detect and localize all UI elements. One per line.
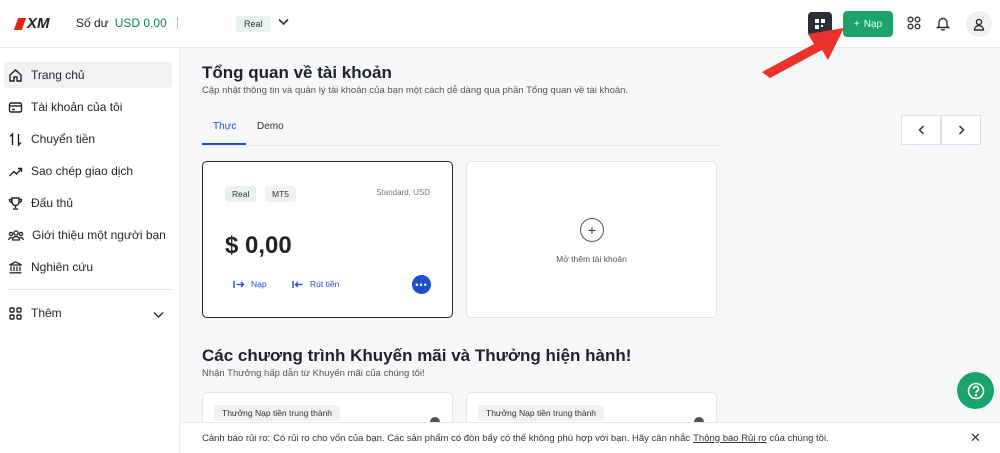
card-icon — [8, 101, 23, 113]
people-icon — [8, 229, 24, 241]
risk-warning-prefix: Cảnh báo rủi ro: — [202, 432, 271, 444]
sidebar-item-label: Chuyển tiền — [31, 132, 96, 146]
platform-badge: MT5 — [265, 186, 296, 202]
sidebar-item-my-accounts[interactable]: Tài khoản của tôi — [4, 94, 172, 120]
account-type-badge: Real — [236, 16, 271, 32]
sidebar-item-label: Tài khoản của tôi — [31, 100, 123, 114]
sidebar-item-label: Sao chép giao dịch — [31, 164, 134, 178]
transfer-icon — [9, 131, 22, 147]
card-withdraw-button[interactable]: Rút tiền — [292, 279, 339, 289]
card-deposit-button[interactable]: Nạp — [233, 279, 267, 289]
xm-logo[interactable]: XM — [13, 15, 50, 32]
open-account-card[interactable]: + Mở thêm tài khoản — [466, 161, 717, 318]
help-chat-button[interactable] — [957, 372, 994, 409]
balance-display: Số dư USD 0,00 — [76, 16, 243, 30]
plus-circle-icon: + — [580, 218, 604, 242]
promo-tag: Thưởng Nạp tiền trung thành — [214, 405, 341, 421]
sidebar-divider — [8, 289, 172, 290]
sidebar-item-more[interactable]: Thêm — [4, 300, 172, 326]
promo-section-title: Các chương trình Khuyến mãi và Thưởng hi… — [202, 346, 632, 365]
risk-warning-suffix: của chúng tôi. — [769, 432, 829, 444]
tab-demo[interactable]: Demo — [257, 121, 284, 132]
annotation-arrow-icon — [762, 28, 844, 78]
close-icon[interactable]: ✕ — [970, 430, 981, 446]
bell-icon[interactable] — [934, 14, 952, 32]
chevron-right-icon — [958, 125, 965, 135]
trophy-icon — [8, 196, 23, 210]
account-number-masked — [176, 17, 239, 29]
home-icon — [9, 68, 22, 82]
sidebar-item-label: Trang chủ — [31, 68, 85, 82]
balance-label: Số dư — [76, 16, 109, 30]
sidebar-item-label: Thêm — [31, 306, 62, 320]
open-account-label: Mở thêm tài khoản — [556, 254, 627, 264]
risk-warning-text: Có rủi ro cho vốn của bạn. Các sản phẩm … — [273, 432, 691, 444]
question-icon — [967, 382, 984, 399]
main-content: Tổng quan về tài khoản Cập nhật thông ti… — [181, 49, 1000, 453]
sidebar-item-refer-friend[interactable]: Giới thiệu một người bạn — [4, 222, 172, 248]
page-title: Tổng quan về tài khoản — [202, 63, 392, 82]
account-type: Standard, USD — [376, 188, 430, 197]
balance-value: USD 0,00 — [114, 16, 167, 30]
promo-tag: Thưởng Nạp tiền trung thành — [478, 405, 605, 421]
tab-real[interactable]: Thực — [213, 121, 236, 132]
sidebar-item-research[interactable]: Nghiên cứu — [4, 254, 172, 280]
risk-warning-banner: Cảnh báo rủi ro: Có rủi ro cho vốn của b… — [181, 422, 1000, 453]
account-balance: $ 0,00 — [225, 232, 292, 259]
sidebar-item-competitions[interactable]: Đấu thủ — [4, 190, 172, 216]
tabs-divider — [202, 145, 722, 146]
account-switcher-chevron-icon[interactable] — [278, 17, 289, 29]
sidebar-item-label: Giới thiệu một người bạn — [32, 228, 166, 242]
chevron-left-icon — [917, 125, 924, 135]
apps-grid-icon[interactable] — [905, 14, 923, 32]
withdraw-arrow-icon — [292, 280, 303, 288]
chevron-down-icon — [153, 308, 164, 322]
sidebar-item-label: Nghiên cứu — [31, 260, 94, 274]
promo-section-subtitle: Nhận Thưởng hấp dẫn từ Khuyến mãi của ch… — [202, 368, 425, 379]
risk-notice-link[interactable]: Thông báo Rủi ro — [693, 433, 766, 444]
sidebar: Trang chủ Tài khoản của tôi Chuyển tiền … — [0, 48, 180, 453]
page-subtitle: Cập nhật thông tin và quản lý tài khoản … — [202, 85, 629, 96]
trend-icon — [9, 167, 23, 176]
prev-button[interactable] — [901, 115, 941, 145]
more-options-icon[interactable]: ••• — [412, 275, 431, 294]
account-card[interactable]: Real MT5 Standard, USD $ 0,00 Nạp Rút ti… — [202, 161, 453, 318]
next-button[interactable] — [941, 115, 981, 145]
sidebar-item-label: Đấu thủ — [31, 196, 74, 210]
logo-mark — [13, 17, 27, 30]
apps-grid-icon — [9, 306, 22, 320]
sidebar-item-copy-trading[interactable]: Sao chép giao dịch — [4, 158, 172, 184]
account-badge-real: Real — [225, 186, 257, 202]
bank-icon — [9, 260, 22, 273]
user-icon[interactable] — [966, 11, 992, 37]
sidebar-item-home[interactable]: Trang chủ — [4, 62, 172, 88]
deposit-arrow-icon — [233, 280, 245, 288]
active-tab-indicator — [202, 143, 246, 145]
sidebar-item-transfer[interactable]: Chuyển tiền — [4, 126, 172, 152]
